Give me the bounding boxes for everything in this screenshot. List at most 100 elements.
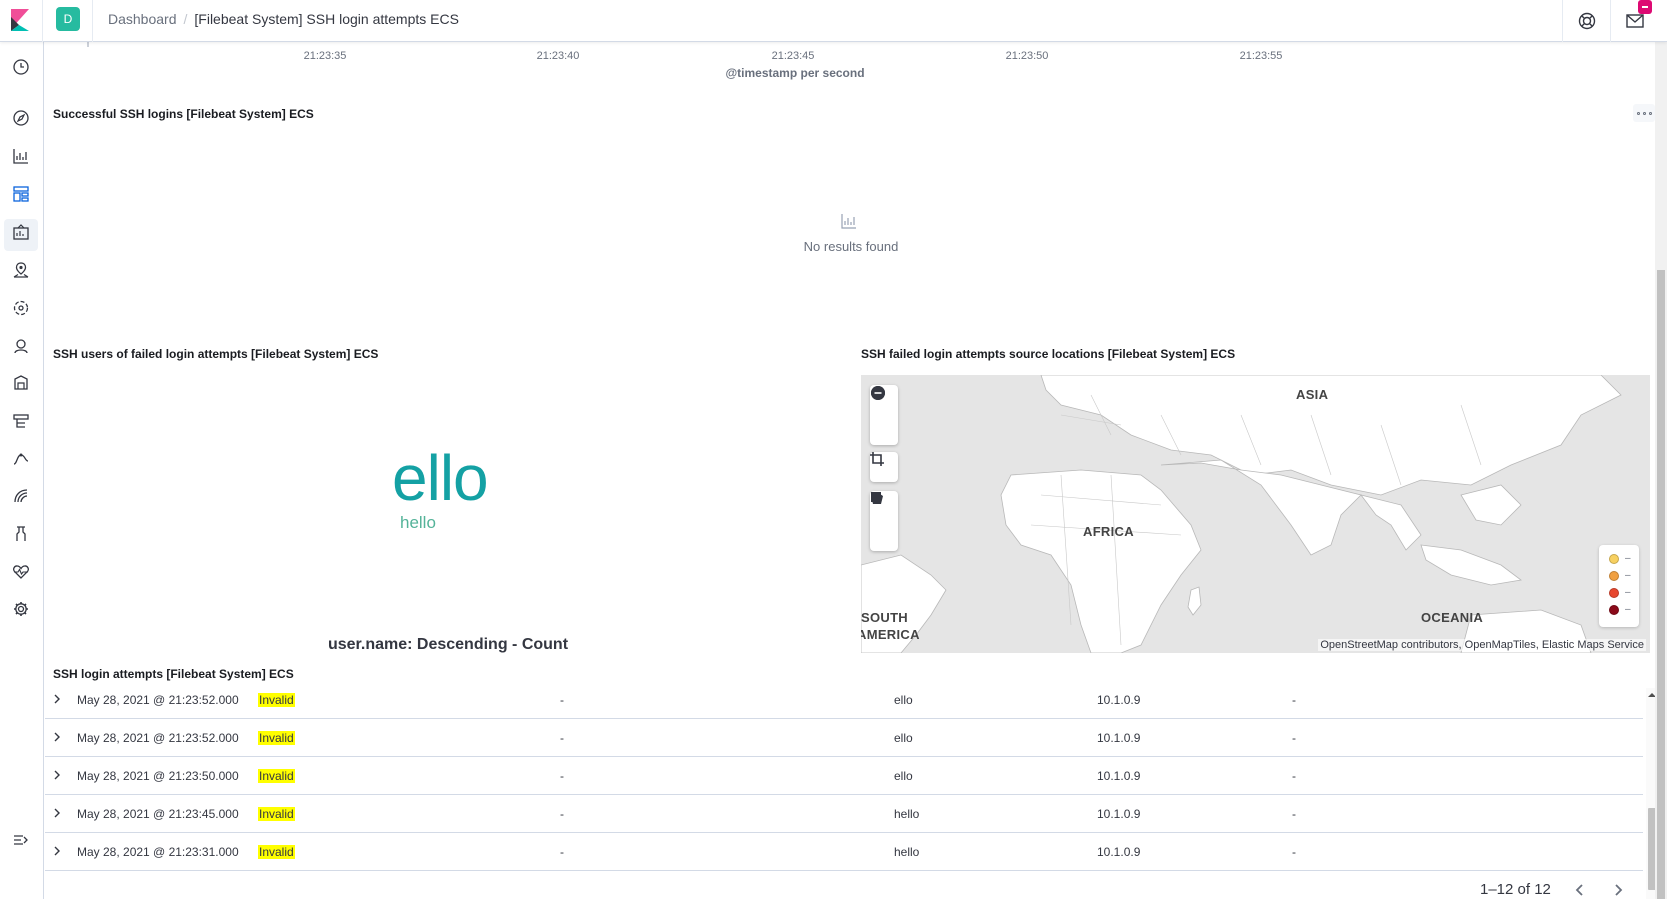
zoom-controls: [870, 385, 898, 445]
dev-tools-icon[interactable]: [11, 524, 31, 544]
cell-timestamp: May 28, 2021 @ 21:23:45.000: [77, 807, 239, 821]
fit-to-data-button[interactable]: [870, 452, 898, 482]
cell-event-outcome: Invalid: [258, 807, 295, 821]
cell-empty: -: [1292, 769, 1296, 783]
dashboard-icon[interactable]: [11, 184, 31, 204]
axis-tick: 21:23:35: [303, 50, 347, 62]
panel-title-successful-logins: Successful SSH logins [Filebeat System] …: [53, 107, 314, 121]
map-label-oceania: OCEANIA: [1421, 610, 1484, 625]
timeline-axis-line: [87, 42, 89, 47]
help-icon[interactable]: [1576, 10, 1598, 32]
expand-row-icon[interactable]: [52, 731, 62, 743]
map-canvas[interactable]: ASIA AFRICA SOUTH AMERICA OCEANIA – – – …: [861, 375, 1650, 653]
cell-empty: -: [1292, 731, 1296, 745]
cell-event-outcome: Invalid: [258, 769, 295, 783]
graph-icon[interactable]: [11, 336, 31, 356]
cell-user-name: ello: [894, 693, 913, 707]
next-page-icon[interactable]: [1610, 882, 1626, 898]
logs-icon[interactable]: [11, 411, 31, 431]
collapse-nav-icon[interactable]: [11, 830, 31, 850]
map-label-south: SOUTH: [861, 610, 908, 625]
cell-source-ip: 10.1.0.9: [1097, 769, 1141, 783]
apm-icon[interactable]: [11, 449, 31, 469]
header-divider: [1610, 0, 1611, 42]
table-row[interactable]: May 28, 2021 @ 21:23:50.000 Invalid - ello 1…: [45, 757, 1643, 795]
observability-icon[interactable]: [11, 373, 31, 393]
axis-tick: 21:23:40: [536, 50, 580, 62]
visualize-icon[interactable]: [11, 146, 31, 166]
kibana-logo-icon[interactable]: [8, 8, 32, 32]
legend-item: –: [1609, 601, 1639, 618]
machine-learning-icon[interactable]: [11, 298, 31, 318]
world-map-shapes: [861, 375, 1622, 653]
legend-item: –: [1609, 584, 1639, 601]
cell-source-ip: 10.1.0.9: [1097, 845, 1141, 859]
table-row[interactable]: May 28, 2021 @ 21:23:31.000 Invalid - hello…: [45, 833, 1643, 871]
cell-timestamp: May 28, 2021 @ 21:23:31.000: [77, 845, 239, 859]
legend-value: –: [1625, 553, 1631, 564]
map-label-asia: ASIA: [1296, 387, 1329, 402]
minus-icon: [871, 386, 885, 400]
draw-controls: [870, 491, 898, 551]
cell-empty: -: [560, 693, 564, 707]
cell-empty: -: [560, 807, 564, 821]
legend-swatch: [1609, 604, 1619, 615]
map-label-africa: AFRICA: [1083, 524, 1134, 539]
maps-icon[interactable]: [11, 260, 31, 280]
table-row[interactable]: May 28, 2021 @ 21:23:52.000 Invalid - ello 1…: [45, 681, 1643, 719]
notification-badge: [1638, 0, 1652, 14]
table-row[interactable]: May 28, 2021 @ 21:23:45.000 Invalid - hello…: [45, 795, 1643, 833]
cell-source-ip: 10.1.0.9: [1097, 807, 1141, 821]
table-row[interactable]: May 28, 2021 @ 21:23:52.000 Invalid - ello 1…: [45, 719, 1643, 757]
tag-cloud-label: user.name: Descending - Count: [327, 636, 569, 653]
zoom-out-button[interactable]: [870, 386, 898, 445]
side-nav: [0, 42, 44, 899]
monitoring-icon[interactable]: [11, 562, 31, 582]
page-scroll-thumb[interactable]: [1657, 270, 1665, 899]
legend-value: –: [1625, 587, 1631, 598]
panel-title-login-attempts: SSH login attempts [Filebeat System] ECS: [53, 667, 294, 681]
tag-cloud-word[interactable]: ello: [392, 446, 489, 510]
visualize-empty-icon: [841, 214, 856, 229]
map-label-america: AMERICA: [861, 627, 920, 642]
expand-row-icon[interactable]: [52, 769, 62, 781]
panel-title-failed-users: SSH users of failed login attempts [File…: [53, 347, 379, 361]
cell-empty: -: [1292, 693, 1296, 707]
canvas-icon[interactable]: [11, 222, 31, 242]
legend-swatch: [1609, 587, 1619, 598]
cell-event-outcome: Invalid: [258, 693, 295, 707]
axis-tick: 21:23:50: [1005, 50, 1049, 62]
map-attribution[interactable]: OpenStreetMap contributors, OpenMapTiles…: [1318, 639, 1646, 651]
expand-row-icon[interactable]: [52, 845, 62, 857]
space-avatar[interactable]: D: [56, 7, 80, 31]
legend-swatch: [1609, 553, 1619, 564]
uptime-icon[interactable]: [11, 486, 31, 506]
breadcrumb-dashboard-link[interactable]: Dashboard: [108, 11, 177, 27]
cell-timestamp: May 28, 2021 @ 21:23:52.000: [77, 693, 239, 707]
previous-page-icon[interactable]: [1572, 882, 1588, 898]
header-divider: [1562, 0, 1563, 42]
expand-row-icon[interactable]: [52, 693, 62, 705]
panel-options-button[interactable]: [1633, 104, 1655, 122]
clock-icon[interactable]: [11, 57, 31, 77]
cell-source-ip: 10.1.0.9: [1097, 731, 1141, 745]
draw-rectangle-button[interactable]: [870, 492, 898, 551]
management-gear-icon[interactable]: [11, 599, 31, 619]
tag-cloud-word[interactable]: hello: [400, 514, 436, 531]
page-scrollbar[interactable]: [1655, 0, 1667, 899]
breadcrumb: Dashboard / [Filebeat System] SSH login at…: [108, 11, 459, 27]
legend-value: –: [1625, 570, 1631, 581]
cell-user-name: hello: [894, 807, 920, 821]
breadcrumb-current: [Filebeat System] SSH login attempts ECS: [194, 11, 459, 27]
compass-icon[interactable]: [11, 108, 31, 128]
map-legend: – – – –: [1599, 545, 1639, 627]
legend-item: –: [1609, 567, 1639, 584]
top-header: D Dashboard / [Filebeat System] SSH login …: [0, 0, 1667, 42]
breadcrumb-separator: /: [183, 11, 188, 27]
cell-empty: -: [560, 769, 564, 783]
axis-tick: 21:23:45: [771, 50, 815, 62]
panel-title-failed-locations: SSH failed login attempts source locatio…: [861, 347, 1236, 361]
expand-row-icon[interactable]: [52, 807, 62, 819]
cell-empty: -: [560, 731, 564, 745]
cell-event-outcome: Invalid: [258, 731, 295, 745]
